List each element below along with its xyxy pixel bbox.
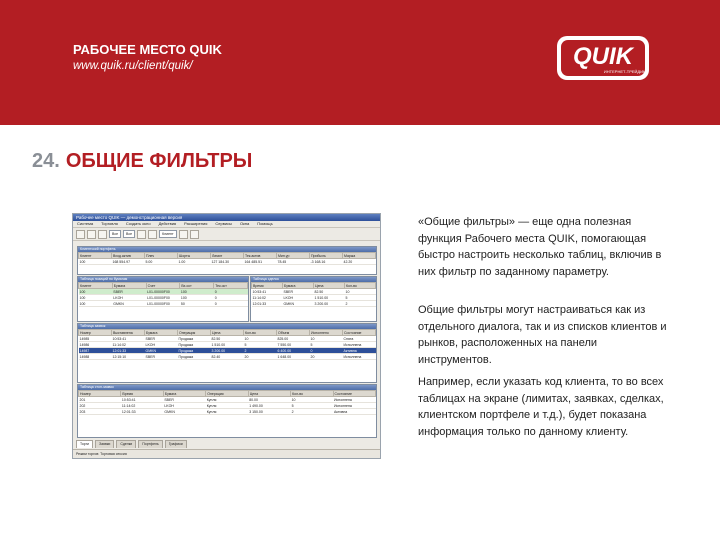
- quik-screenshot: Рабочее место QUIK — демонстрационная ве…: [72, 213, 381, 459]
- table-cell: SBER: [144, 353, 178, 360]
- table-cell: -3 168.16: [309, 258, 343, 265]
- window-tab[interactable]: Графики: [164, 440, 187, 448]
- paragraph-3: Например, если указать код клиента, то в…: [418, 376, 664, 438]
- table-cell: 203: [78, 408, 121, 415]
- data-table: Клиент Бумага Счет Вх.ост Тек.ост 100 SBER L01-…: [78, 282, 248, 307]
- table-cell: 12:01:33: [251, 300, 283, 307]
- toolbar-button[interactable]: [178, 229, 188, 239]
- table-row[interactable]: 12:01:33 GMKN 3 200.00 2: [251, 300, 376, 307]
- slide-title-text: ОБЩИЕ ФИЛЬТРЫ: [65, 150, 253, 172]
- menu-item[interactable]: Расширения: [184, 221, 207, 227]
- table-cell: 2: [344, 300, 376, 307]
- client-filter-field[interactable]: Клиент: [159, 230, 177, 238]
- table-cell: GMKN: [282, 300, 314, 307]
- table-cell: 164 485.51: [243, 258, 277, 265]
- table-cell: 20: [309, 353, 343, 360]
- table-cell: 127 184.30: [210, 258, 244, 265]
- table-cell: 50: [179, 300, 214, 307]
- window-portfolio[interactable]: Клиентский портфель Клиент Вход.актив Плеч Ш…: [77, 246, 377, 275]
- window-trades[interactable]: Таблица сделок Время Бумага Цена Кол-во 10:53…: [250, 276, 377, 322]
- toolbar-button[interactable]: [148, 229, 158, 239]
- table-cell: 100: [78, 300, 113, 307]
- table-cell: 12:01:33: [120, 408, 164, 415]
- account-filter-field[interactable]: Все: [123, 230, 136, 238]
- menu-item[interactable]: Сервисы: [215, 221, 232, 227]
- table-cell: Исполнена: [342, 353, 376, 360]
- toolbar-button[interactable]: [98, 229, 107, 239]
- table-cell: 168 554.97: [111, 258, 145, 265]
- header-title: РАБОЧЕЕ МЕСТО QUIK: [73, 42, 222, 57]
- table-cell: GMKN: [163, 408, 206, 415]
- table-cell: 1 648.00: [276, 353, 310, 360]
- data-table: Время Бумага Цена Кол-во 10:53:41 SBER 82.50 10…: [251, 282, 376, 307]
- toolbar-button[interactable]: [189, 229, 199, 239]
- menu-item[interactable]: Помощь: [257, 221, 272, 227]
- table-row[interactable]: 203 12:01:33 GMKN Купля 3 150.00 2 Активна: [78, 408, 376, 415]
- app-toolbar: Все Все Клиент: [73, 228, 380, 241]
- menu-item[interactable]: Действия: [159, 221, 177, 227]
- table-cell: GMKN: [112, 300, 147, 307]
- slide-number: 24.: [32, 150, 60, 172]
- table-cell: 20: [243, 353, 277, 360]
- data-table: Клиент Вход.актив Плеч Шорты Лимит Тек.актив М…: [78, 252, 376, 265]
- toolbar-button[interactable]: [87, 229, 96, 239]
- toolbar-button[interactable]: [137, 229, 147, 239]
- table-cell: L01-00000F00: [146, 300, 180, 307]
- app-titlebar: Рабочее место QUIK — демонстрационная ве…: [73, 214, 380, 221]
- window-stop-orders[interactable]: Таблица стоп-заявок Номер Время Бумага Опера…: [77, 384, 377, 438]
- slide-title: 24. ОБЩИЕ ФИЛЬТРЫ: [32, 150, 252, 173]
- quik-logo: QUIK ИНТЕРНЕТ-ТРЕЙДИНГ: [557, 36, 649, 80]
- data-table: Номер Выставлена Бумага Операция Цена Кол-во О…: [78, 329, 376, 360]
- window-tab[interactable]: Портфель: [138, 440, 163, 448]
- table-cell: 12:15:10: [111, 353, 145, 360]
- svg-text:ИНТЕРНЕТ-ТРЕЙДИНГ: ИНТЕРНЕТ-ТРЕЙДИНГ: [604, 69, 649, 74]
- table-cell: 3 150.00: [248, 408, 291, 415]
- table-cell: 78.45: [276, 258, 310, 265]
- table-row[interactable]: 14988 12:15:10 SBER Продажа 82.40 20 1 648.00 2…: [78, 353, 376, 360]
- app-menubar: Система Торговля Создать окно Действия Расши…: [73, 221, 380, 228]
- toolbar-button[interactable]: [76, 229, 85, 239]
- menu-item[interactable]: Создать окно: [126, 221, 151, 227]
- table-cell: 1.00: [177, 258, 211, 265]
- window-tab[interactable]: Заявки: [95, 440, 115, 448]
- window-orders[interactable]: Таблица заявок Номер Выставлена Бумага Опера…: [77, 323, 377, 383]
- status-bar: Режим торгов: Торговая сессия: [73, 449, 380, 458]
- table-cell: 82.40: [210, 353, 244, 360]
- table-row[interactable]: 100 168 554.97 5.00 1.00 127 184.30 164 485.5…: [78, 258, 376, 265]
- menu-item[interactable]: Система: [77, 221, 93, 227]
- header-url[interactable]: www.quik.ru/client/quik/: [73, 60, 193, 72]
- data-table: Номер Время Бумага Операция Цена Кол-во Состоя…: [78, 390, 376, 415]
- table-cell: 14988: [78, 353, 112, 360]
- paragraph-1: «Общие фильтры» — еще одна полезная функ…: [418, 216, 662, 278]
- window-tabs: Торги Заявки Сделки Портфель Графики: [73, 439, 380, 448]
- paragraph-2: Общие фильтры могут настраиваться как из…: [418, 304, 667, 366]
- table-cell: 100: [78, 258, 112, 265]
- table-cell: 0: [213, 300, 248, 307]
- table-cell: 5.00: [144, 258, 178, 265]
- svg-text:QUIK: QUIK: [573, 43, 635, 70]
- table-cell: 42.20: [342, 258, 376, 265]
- table-cell: 3 200.00: [313, 300, 345, 307]
- window-positions[interactable]: Таблица позиций по бумагам Клиент Бумага Сч…: [77, 276, 249, 322]
- table-row[interactable]: 100 GMKN L01-00000F00 50 0: [78, 300, 248, 307]
- menu-item[interactable]: Окна: [240, 221, 249, 227]
- table-cell: Продажа: [177, 353, 211, 360]
- menu-item[interactable]: Торговля: [101, 221, 118, 227]
- market-filter-field[interactable]: Все: [109, 230, 122, 238]
- table-cell: Купля: [205, 408, 249, 415]
- header-banner: РАБОЧЕЕ МЕСТО QUIK www.quik.ru/client/qu…: [0, 0, 720, 125]
- window-tab[interactable]: Торги: [76, 440, 93, 448]
- table-cell: 2: [290, 408, 334, 415]
- window-tab[interactable]: Сделки: [116, 440, 137, 448]
- table-cell: Активна: [333, 408, 376, 415]
